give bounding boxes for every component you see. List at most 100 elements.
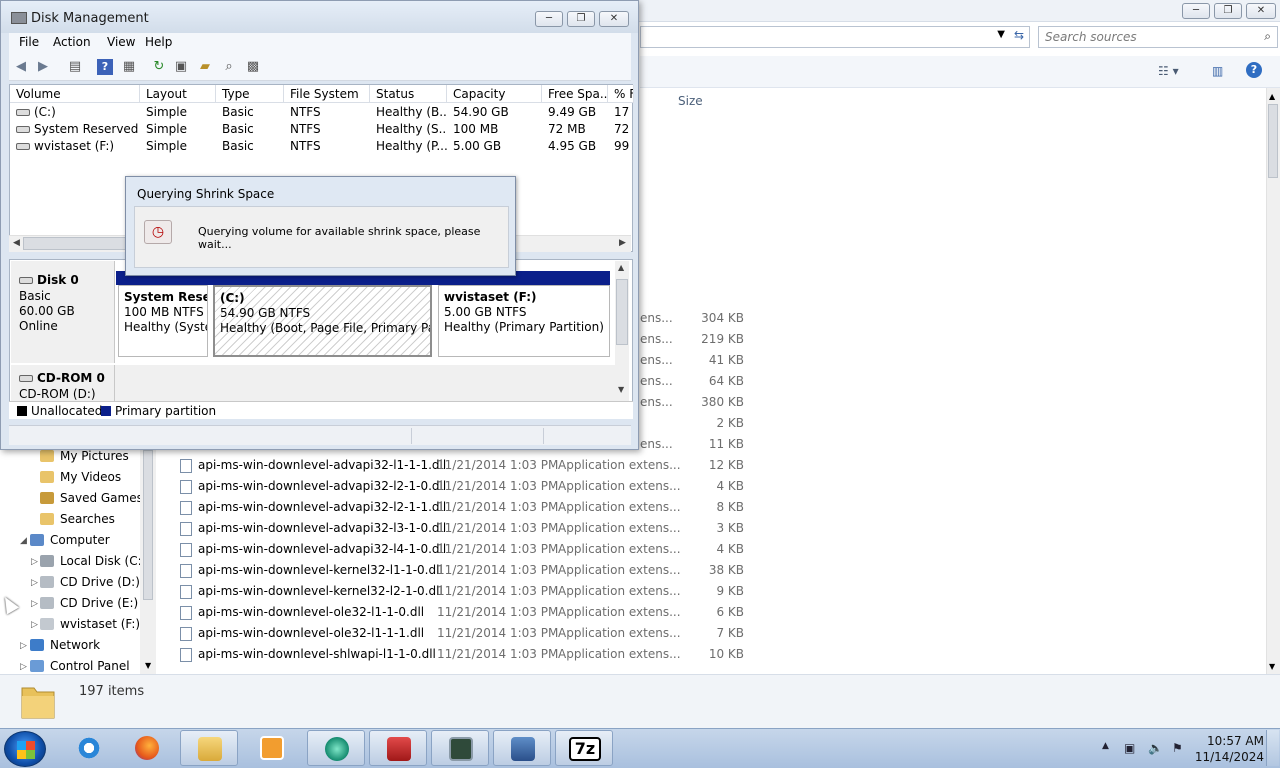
nav-item-wvistaset[interactable]: wvistaset (F:) [40, 614, 140, 634]
explorer-close-button[interactable]: ✕ [1246, 3, 1276, 19]
volume-cell[interactable]: Simple [140, 138, 216, 155]
expand-arrow-icon[interactable]: ▷ [20, 662, 27, 672]
volume-cell[interactable]: Simple [140, 121, 216, 138]
column-header[interactable]: Status [370, 85, 447, 103]
menu-view[interactable]: View [107, 35, 135, 49]
partition-c[interactable]: (C:) 54.90 GB NTFS Healthy (Boot, Page F… [213, 285, 432, 357]
open-icon[interactable]: ▰ [197, 59, 213, 75]
volume-cell[interactable]: Basic [216, 121, 284, 138]
volume-list-hscroll-thumb[interactable] [23, 237, 131, 250]
volume-cell[interactable]: 72 MB [542, 121, 608, 138]
volume-cell[interactable]: NTFS [284, 121, 370, 138]
volume-cell[interactable]: Simple [140, 104, 216, 121]
taskbar-windows-explorer[interactable] [180, 730, 238, 766]
dm-close-button[interactable]: ✕ [599, 11, 629, 27]
taskbar-monitor[interactable] [431, 730, 489, 766]
settings-icon[interactable]: ▩ [245, 59, 261, 75]
nav-item-network[interactable]: Network [30, 635, 100, 655]
start-button[interactable] [4, 731, 46, 767]
menu-file[interactable]: File [19, 35, 39, 49]
nav-item-saved-games[interactable]: Saved Games [40, 488, 143, 508]
taskbar-toolbox[interactable] [369, 730, 427, 766]
search-input[interactable]: Search sources ⌕ [1038, 26, 1278, 48]
column-header[interactable]: % F [608, 85, 634, 103]
volume-cell[interactable]: 72 [608, 121, 634, 138]
volume-cell[interactable]: Basic [216, 138, 284, 155]
collapse-arrow-icon[interactable]: ◢ [20, 536, 27, 546]
volume-cell[interactable]: Healthy (P... [370, 138, 447, 155]
graph-scroll-thumb[interactable] [616, 279, 628, 345]
volume-cell[interactable]: Basic [216, 104, 284, 121]
volume-cell[interactable]: 99 [608, 138, 634, 155]
forward-icon[interactable]: ▶ [35, 59, 51, 75]
explorer-minimize-button[interactable]: ─ [1182, 3, 1210, 19]
list-item-partial[interactable]: ens... 219 KB [640, 329, 766, 350]
list-item-partial[interactable]: ens... 64 KB [640, 371, 766, 392]
nav-item-cd-drive-e[interactable]: CD Drive (E:) J_ [40, 593, 152, 613]
address-dropdown-icon[interactable]: ▼ [997, 29, 1005, 40]
column-header[interactable]: Capacity [447, 85, 542, 103]
list-item-partial[interactable]: 2 KB [640, 413, 766, 434]
partition-wvistaset[interactable]: wvistaset (F:) 5.00 GB NTFS Healthy (Pri… [438, 285, 610, 357]
nav-item-searches[interactable]: Searches [40, 509, 115, 529]
rescan-icon[interactable]: ▣ [173, 59, 189, 75]
file-row[interactable]: api-ms-win-downlevel-advapi32-l3-1-0.dll… [178, 518, 1258, 539]
refresh-icon[interactable]: ⇆ [1008, 28, 1030, 46]
file-row[interactable]: api-ms-win-downlevel-advapi32-l2-1-1.dll… [178, 497, 1258, 518]
network-tray-icon[interactable]: ▣ [1124, 741, 1135, 755]
view-options-icon[interactable]: ☷ ▾ [1158, 64, 1179, 78]
show-hide-tree-icon[interactable]: ▤ [67, 59, 83, 75]
partition-system-reserved[interactable]: System Reserv 100 MB NTFS Healthy (Syste… [118, 285, 208, 357]
volume-cell[interactable]: NTFS [284, 104, 370, 121]
help-topics-icon[interactable]: ? [97, 59, 113, 75]
file-row[interactable]: api-ms-win-downlevel-advapi32-l1-1-1.dll… [178, 455, 1258, 476]
file-row[interactable]: api-ms-win-downlevel-shlwapi-l1-1-0.dll 1… [178, 644, 1258, 665]
show-desktop-button[interactable] [1266, 730, 1279, 766]
nav-scroll-thumb[interactable] [143, 450, 153, 600]
search-disk-icon[interactable]: ⌕ [221, 59, 237, 75]
taskbar-app-circle[interactable] [307, 730, 365, 766]
nav-item-my-videos[interactable]: My Videos [40, 467, 121, 487]
list-item-partial[interactable]: ens... 304 KB [640, 308, 766, 329]
list-item-partial[interactable]: ens... 41 KB [640, 350, 766, 371]
address-bar[interactable]: ▼ [640, 26, 1030, 48]
expand-arrow-icon[interactable]: ▷ [31, 620, 38, 630]
volume-cell[interactable]: NTFS [284, 138, 370, 155]
search-icon[interactable]: ⌕ [1264, 29, 1271, 44]
volume-cell[interactable]: 9.49 GB [542, 104, 608, 121]
explorer-restore-button[interactable]: ❐ [1214, 3, 1242, 19]
taskbar-firefox[interactable] [118, 730, 176, 766]
show-hidden-icons-icon[interactable]: ▲ [1102, 741, 1109, 751]
volume-name[interactable]: System Reserved [10, 121, 140, 138]
clock[interactable]: 10:57 AM 11/14/2024 [1188, 733, 1264, 765]
scroll-up-icon[interactable]: ▲ [1269, 92, 1275, 101]
nav-scroll-down-icon[interactable]: ▼ [145, 661, 151, 670]
expand-arrow-icon[interactable]: ▷ [31, 557, 38, 567]
dm-minimize-button[interactable]: ─ [535, 11, 563, 27]
disk0-label[interactable]: Disk 0 Basic 60.00 GB Online [11, 261, 115, 363]
file-row[interactable]: api-ms-win-downlevel-kernel32-l2-1-0.dll… [178, 581, 1258, 602]
action-center-flag-icon[interactable]: ⚑ [1172, 741, 1183, 755]
taskbar-media-player[interactable] [243, 730, 301, 766]
column-header[interactable]: Layout [140, 85, 216, 103]
volume-name[interactable]: (C:) [10, 104, 140, 121]
properties-icon[interactable]: ▦ [121, 59, 137, 75]
expand-arrow-icon[interactable]: ▷ [31, 578, 38, 588]
file-list-scroll-thumb[interactable] [1268, 104, 1278, 178]
list-item-partial[interactable]: ens... 11 KB [640, 434, 766, 455]
taskbar-internet-explorer[interactable] [60, 730, 118, 766]
help-icon[interactable]: ? [1246, 62, 1262, 78]
column-header[interactable]: Volume [10, 85, 140, 103]
nav-item-control-panel[interactable]: Control Panel [30, 656, 130, 676]
volume-cell[interactable]: 17 [608, 104, 634, 121]
volume-name[interactable]: wvistaset (F:) [10, 138, 140, 155]
volume-cell[interactable]: Healthy (B... [370, 104, 447, 121]
file-row[interactable]: api-ms-win-downlevel-advapi32-l4-1-0.dll… [178, 539, 1258, 560]
nav-item-local-disk[interactable]: Local Disk (C:) [40, 551, 146, 571]
column-header[interactable]: Type [216, 85, 284, 103]
taskbar-computer-manager[interactable] [493, 730, 551, 766]
menu-help[interactable]: Help [145, 35, 172, 49]
volume-cell[interactable]: 5.00 GB [447, 138, 542, 155]
refresh-icon[interactable]: ↻ [151, 59, 167, 75]
column-header[interactable]: Free Spa... [542, 85, 608, 103]
